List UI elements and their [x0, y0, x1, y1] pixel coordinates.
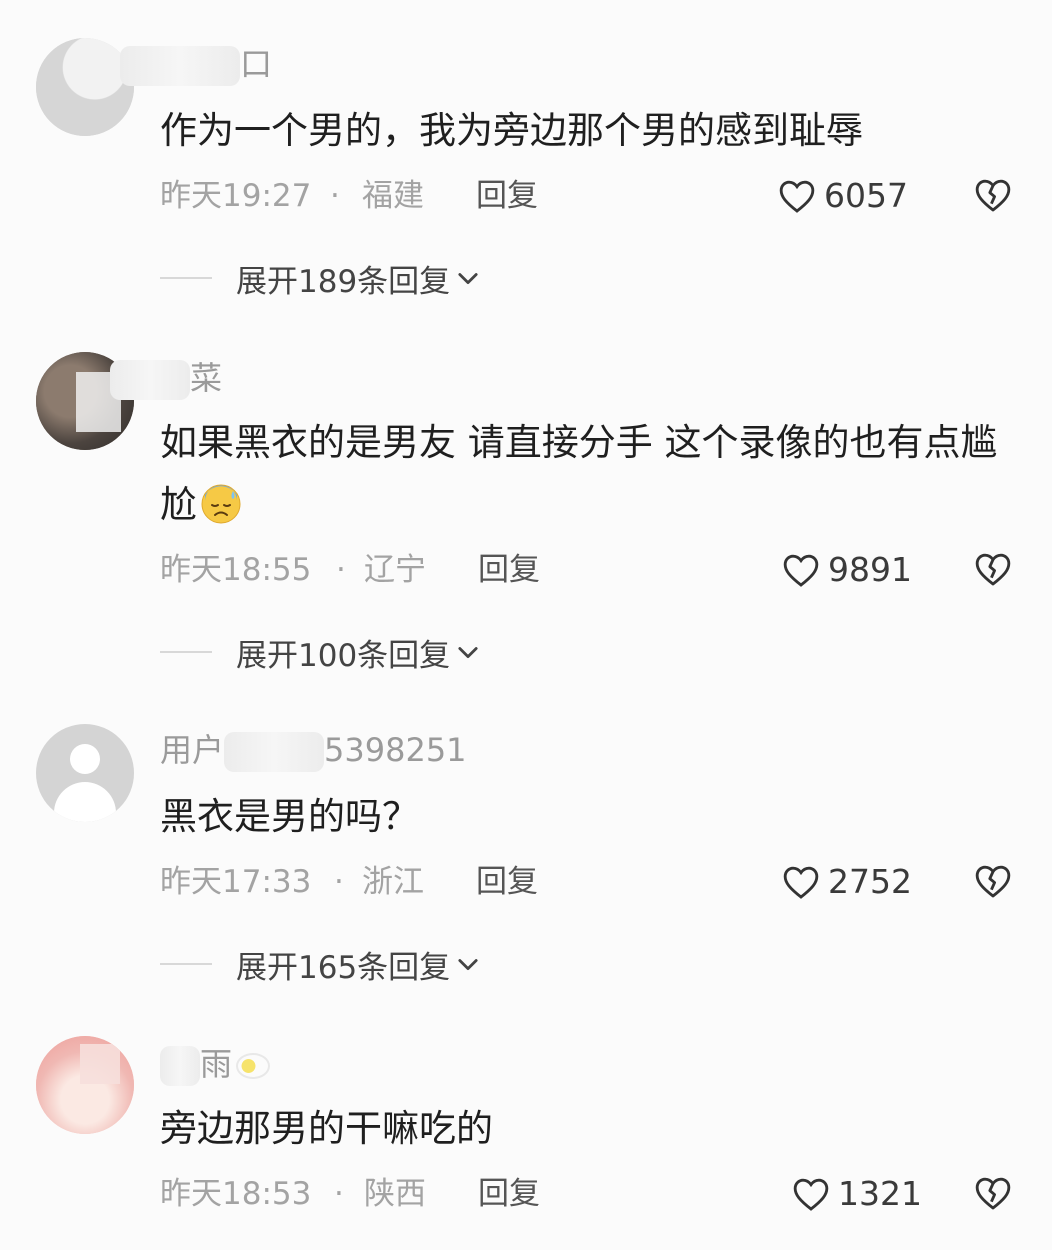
comment-location: 辽宁: [364, 552, 426, 588]
username-mask: [160, 1046, 200, 1086]
chevron-down-icon: [458, 959, 478, 971]
expand-replies-button[interactable]: 展开165条回复: [160, 942, 482, 986]
like-count: 2752: [828, 862, 912, 901]
broken-heart-icon[interactable]: [974, 176, 1012, 214]
reply-button[interactable]: 回复: [476, 860, 538, 904]
separator-dot: ·: [334, 1176, 344, 1212]
like-count: 9891: [828, 550, 912, 589]
reply-button[interactable]: 回复: [478, 1172, 540, 1216]
username[interactable]: 口: [120, 44, 272, 86]
username-mask: [224, 732, 325, 772]
broken-heart-icon[interactable]: [974, 550, 1012, 588]
comment-meta: 昨天19:27 · 福建 回复 6057: [160, 174, 1030, 218]
comment-time: 昨天17:33: [160, 864, 312, 900]
badge-icon: [236, 1053, 271, 1079]
heart-outline-icon: [783, 866, 819, 899]
expand-replies-button[interactable]: 展开100条回复: [160, 630, 482, 674]
comment-location: 浙江: [362, 864, 424, 900]
divider-line: [160, 651, 212, 653]
comment-text: 黑衣是男的吗？: [160, 795, 419, 838]
broken-heart-icon[interactable]: [974, 1174, 1012, 1212]
like-button[interactable]: 9891: [782, 548, 912, 592]
comment-meta: 昨天18:53 · 陕西 回复 1321: [160, 1172, 1030, 1216]
reply-button[interactable]: 回复: [478, 548, 540, 592]
anxious-sweat-emoji-icon: [201, 484, 241, 524]
username[interactable]: 菜: [110, 358, 222, 400]
comment-location: 陕西: [364, 1176, 426, 1212]
like-button[interactable]: 6057: [778, 174, 908, 218]
expand-replies-button[interactable]: 展开189条回复: [160, 256, 482, 300]
like-button[interactable]: 1321: [792, 1172, 922, 1216]
separator-dot: ·: [336, 552, 346, 588]
heart-outline-icon: [779, 180, 815, 213]
comment-time: 昨天18:55: [160, 552, 312, 588]
comment-text: 如果黑衣的是男友 请直接分手 这个录像的也有点尴尬: [160, 421, 998, 526]
chevron-down-icon: [458, 647, 478, 659]
divider-line: [160, 277, 212, 279]
like-count: 6057: [824, 176, 908, 215]
comment-time: 昨天19:27: [160, 178, 312, 214]
comment-location: 福建: [362, 178, 424, 214]
heart-outline-icon: [783, 554, 819, 587]
comment-text: 旁边那男的干嘛吃的: [160, 1107, 493, 1150]
divider-line: [160, 963, 212, 965]
broken-heart-icon[interactable]: [974, 862, 1012, 900]
username-mask: [120, 46, 240, 86]
heart-outline-icon: [793, 1178, 829, 1211]
comment-text: 作为一个男的，我为旁边那个男的感到耻辱: [160, 109, 863, 152]
comment-meta: 昨天17:33 · 浙江 回复 2752: [160, 860, 1030, 904]
username-mask: [110, 360, 190, 400]
expand-replies-label: 展开100条回复: [236, 637, 451, 674]
username[interactable]: 用户 5398251: [160, 730, 467, 772]
reply-button[interactable]: 回复: [476, 174, 538, 218]
like-count: 1321: [838, 1174, 922, 1213]
comment-meta: 昨天18:55 · 辽宁 回复 9891: [160, 548, 1030, 592]
separator-dot: ·: [330, 178, 340, 214]
expand-replies-label: 展开189条回复: [236, 263, 451, 300]
chevron-down-icon: [458, 273, 478, 285]
separator-dot: ·: [334, 864, 344, 900]
expand-replies-label: 展开165条回复: [236, 949, 451, 986]
avatar[interactable]: [36, 1036, 134, 1134]
username[interactable]: 雨: [160, 1044, 271, 1086]
like-button[interactable]: 2752: [782, 860, 912, 904]
avatar[interactable]: [36, 724, 134, 822]
comment-time: 昨天18:53: [160, 1176, 312, 1212]
